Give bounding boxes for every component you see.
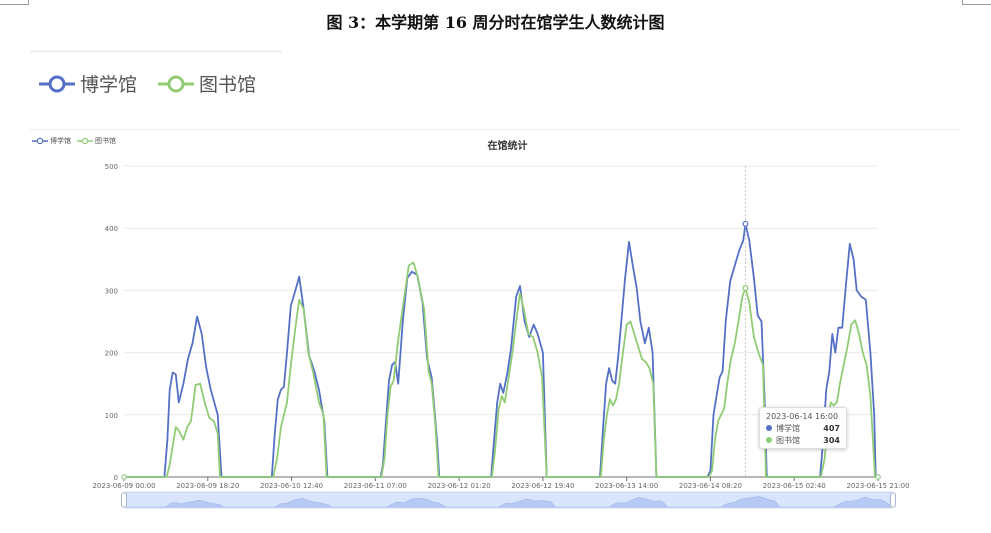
y-tick-label: 200 <box>105 350 118 358</box>
tooltip-series-name: 图书馆 <box>776 435 800 445</box>
series-dot-icon <box>766 437 772 443</box>
data-zoom-slider <box>121 491 896 509</box>
tooltip: 2023-06-14 16:00 博学馆 407 图书馆 304 <box>759 407 847 449</box>
tooltip-row-tsg: 图书馆 304 <box>766 434 840 446</box>
y-tick-label: 500 <box>105 163 118 171</box>
hover-point-marker <box>742 284 749 291</box>
x-tick-label: 2023-06-11 07:00 <box>344 482 407 490</box>
zoom-selection <box>124 492 893 508</box>
x-tick-label: 2023-06-12 01:20 <box>428 482 491 490</box>
series-dot-icon <box>766 425 772 431</box>
y-tick-label: 100 <box>105 412 118 420</box>
hover-point-marker <box>742 220 749 227</box>
zoom-handle[interactable] <box>890 492 896 508</box>
endpoint-marker <box>875 474 881 480</box>
endpoint-marker <box>121 474 127 480</box>
tooltip-series-value: 407 <box>823 423 840 433</box>
line-chart[interactable]: 0 100 200 300 400 500 2023-06-09 00:00 2023-06-… <box>0 0 991 533</box>
x-tick-label: 2023-06-14 08:20 <box>679 482 742 490</box>
x-tick-label: 2023-06-10 12:40 <box>260 482 323 490</box>
tooltip-row-bxg: 博学馆 407 <box>766 422 840 434</box>
x-tick-label: 2023-06-12 19:40 <box>511 482 574 490</box>
x-tick-label: 2023-06-15 21:00 <box>846 482 909 490</box>
zoom-handle[interactable] <box>121 492 127 508</box>
x-tick-label: 2023-06-09 18:20 <box>176 482 239 490</box>
x-tick-label: 2023-06-15 02:40 <box>763 482 826 490</box>
y-tick-label: 400 <box>105 225 118 233</box>
y-tick-label: 300 <box>105 287 118 295</box>
tooltip-series-value: 304 <box>823 435 840 445</box>
y-tick-label: 0 <box>114 474 118 482</box>
tooltip-time: 2023-06-14 16:00 <box>766 411 839 421</box>
x-tick-label: 2023-06-09 00:00 <box>92 482 155 490</box>
x-tick-label: 2023-06-13 14:00 <box>595 482 658 490</box>
tooltip-series-name: 博学馆 <box>776 423 800 433</box>
